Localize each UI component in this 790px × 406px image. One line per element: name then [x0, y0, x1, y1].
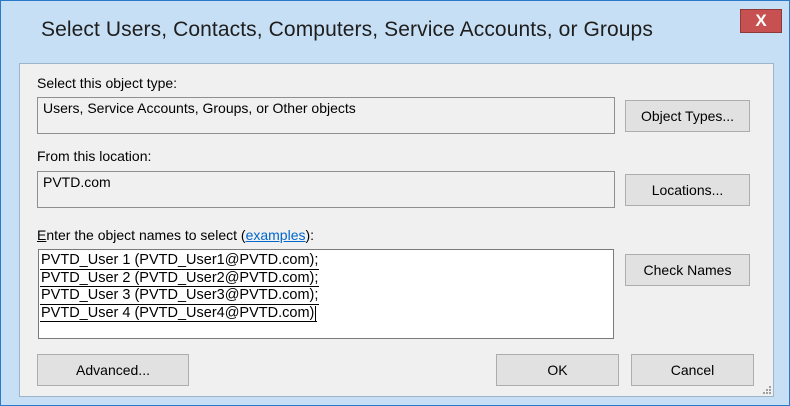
locations-button[interactable]: Locations...: [625, 174, 750, 206]
advanced-button[interactable]: Advanced...: [37, 354, 189, 386]
object-name-entry-last[interactable]: PVTD_User 4 (PVTD_User4@PVTD.com): [40, 304, 318, 322]
cancel-button[interactable]: Cancel: [631, 354, 754, 386]
object-names-label-text: nter the object names to select (: [46, 227, 246, 243]
advanced-button-label: Advanced...: [76, 362, 150, 378]
cancel-button-label: Cancel: [670, 362, 715, 378]
dialog-body: Select this object type: Users, Service …: [19, 63, 774, 397]
text-caret: [315, 305, 317, 321]
title-bar[interactable]: Select Users, Contacts, Computers, Servi…: [1, 1, 789, 63]
object-types-button-label: Object Types...: [640, 108, 735, 124]
object-name-entry[interactable]: PVTD_User 3 (PVTD_User3@PVTD.com);: [40, 287, 320, 305]
accelerator-key: E: [37, 227, 47, 243]
ok-button-label: OK: [547, 362, 568, 378]
location-label: From this location:: [37, 148, 152, 164]
resize-grip-icon[interactable]: [761, 384, 771, 394]
check-names-button-label: Check Names: [643, 262, 732, 278]
close-icon: X: [755, 11, 767, 30]
object-types-button[interactable]: Object Types...: [625, 100, 750, 132]
object-names-input[interactable]: PVTD_User 1 (PVTD_User1@PVTD.com); PVTD_…: [38, 249, 614, 339]
object-type-field: Users, Service Accounts, Groups, or Othe…: [37, 97, 615, 134]
ok-button[interactable]: OK: [496, 354, 619, 386]
dialog-title: Select Users, Contacts, Computers, Servi…: [41, 18, 653, 41]
object-type-label: Select this object type:: [37, 75, 178, 91]
close-button[interactable]: X: [740, 9, 782, 33]
object-name-entry[interactable]: PVTD_User 2 (PVTD_User2@PVTD.com);: [40, 270, 320, 287]
dialog-window: Select Users, Contacts, Computers, Servi…: [0, 0, 790, 406]
object-names-label: Enter the object names to select (exampl…: [37, 227, 314, 243]
check-names-button[interactable]: Check Names: [625, 254, 750, 286]
object-name-entry[interactable]: PVTD_User 1 (PVTD_User1@PVTD.com);: [40, 252, 320, 270]
object-names-label-end: ):: [305, 227, 315, 243]
location-field: PVTD.com: [37, 171, 615, 208]
locations-button-label: Locations...: [651, 182, 724, 198]
examples-link[interactable]: examples: [246, 227, 306, 243]
object-name-entry-text: PVTD_User 4 (PVTD_User4@PVTD.com): [41, 304, 315, 321]
